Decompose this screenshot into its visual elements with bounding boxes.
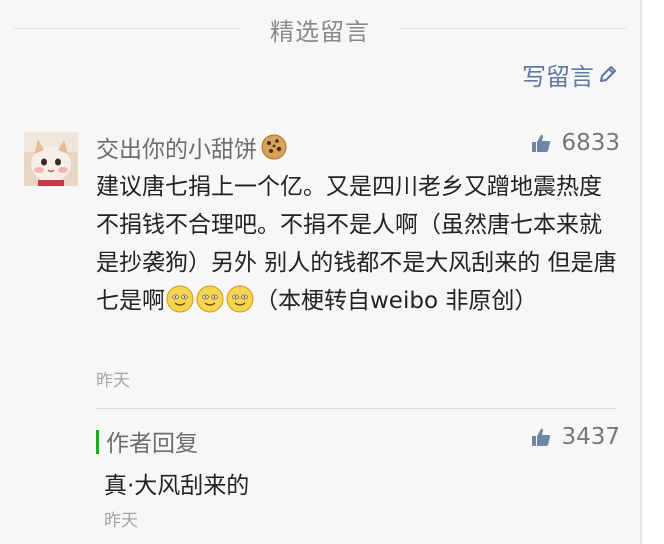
header-divider-right — [400, 28, 626, 29]
section-header: 精选留言 — [14, 6, 626, 50]
write-comment-button[interactable]: 写留言 — [522, 56, 618, 92]
comment-time: 昨天 — [96, 371, 130, 391]
smile-emoji — [226, 285, 254, 313]
section-title: 精选留言 — [270, 18, 370, 46]
header-divider-left — [14, 28, 240, 29]
right-edge-divider — [640, 0, 642, 544]
like-count: 6833 — [561, 130, 620, 156]
avatar[interactable] — [24, 132, 78, 186]
comments-panel: 精选留言 写留言 交出你的小甜饼 6833 建议唐七捐上一个亿。又是四川老乡又蹭… — [0, 0, 640, 544]
thumbs-up-icon — [532, 428, 551, 446]
thumbs-up-icon — [532, 134, 551, 152]
author-name: 交出你的小甜饼 — [96, 137, 257, 163]
write-comment-label: 写留言 — [522, 62, 594, 91]
reply-divider — [96, 408, 616, 409]
cookie-icon — [261, 134, 287, 160]
smile-emoji — [196, 285, 224, 313]
smile-emoji — [166, 285, 194, 313]
pencil-icon — [600, 66, 616, 82]
reply-like-button[interactable]: 3437 — [531, 424, 620, 450]
comment-content: 建议唐七捐上一个亿。又是四川老乡又蹭地震热度不捐钱不合理吧。不捐不是人啊（虽然唐… — [96, 168, 620, 320]
reply-content: 真·大风刮来的 — [104, 473, 250, 499]
reply-like-count: 3437 — [561, 424, 620, 450]
reply-label: 作者回复 — [106, 431, 198, 457]
reply-accent-bar — [96, 430, 99, 454]
reply-time: 昨天 — [104, 511, 138, 531]
comment-text-tail: （本梗转自weibo 非原创） — [255, 288, 538, 314]
comment-author[interactable]: 交出你的小甜饼 — [96, 130, 287, 164]
like-button[interactable]: 6833 — [531, 130, 620, 156]
